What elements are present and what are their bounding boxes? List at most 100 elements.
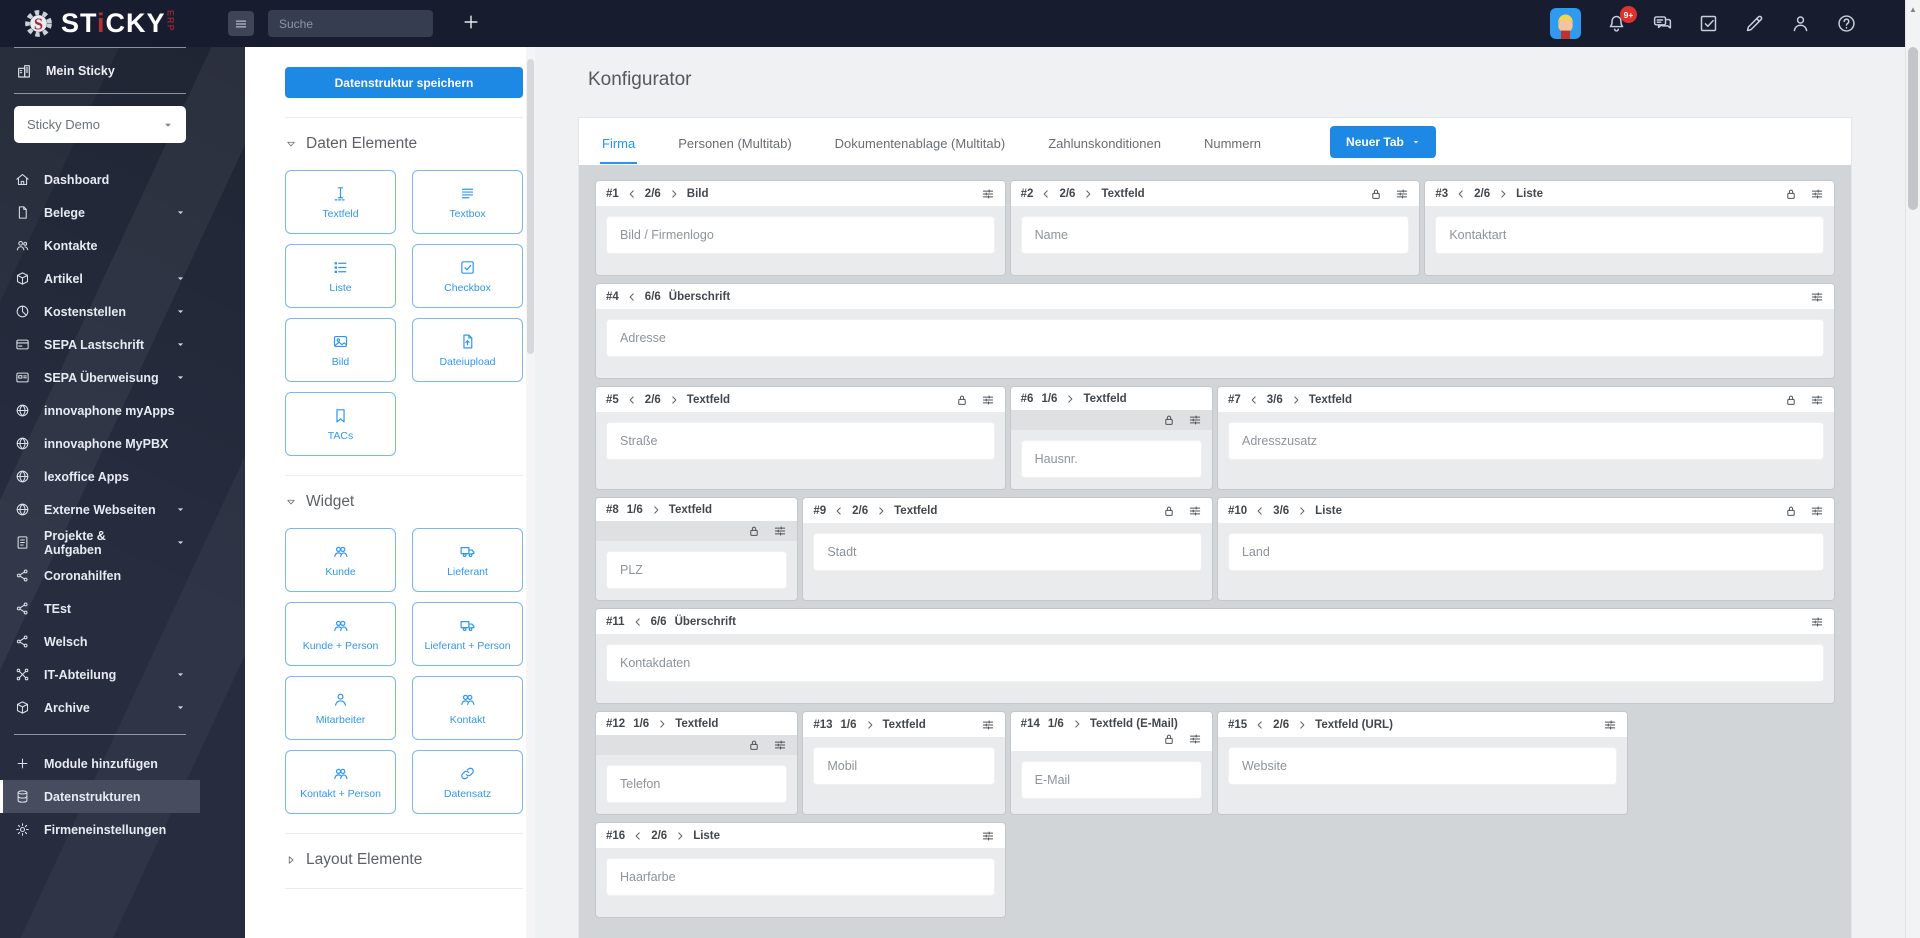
- sliders-icon[interactable]: [981, 829, 995, 843]
- sidebar-item-test[interactable]: TEst: [0, 592, 200, 625]
- field-card-9[interactable]: #9 2/6 Textfeld Stadt: [803, 498, 1212, 600]
- tab-nummern[interactable]: Nummern: [1202, 120, 1263, 164]
- chevron-left-icon[interactable]: [834, 506, 844, 516]
- sliders-icon[interactable]: [1188, 732, 1202, 746]
- sidebar-item-welsch[interactable]: Welsch: [0, 625, 200, 658]
- field-input[interactable]: E-Mail: [1021, 761, 1202, 799]
- chevron-left-icon[interactable]: [1249, 395, 1259, 405]
- field-card-6[interactable]: #6 1/6 Textfeld Hausnr.: [1011, 387, 1212, 489]
- toolbox-scrollbar-thumb[interactable]: [527, 59, 534, 354]
- sliders-icon[interactable]: [1810, 187, 1824, 201]
- sliders-icon[interactable]: [981, 393, 995, 407]
- sliders-icon[interactable]: [1810, 504, 1824, 518]
- field-card-1[interactable]: #1 2/6 Bild Bild / Firmenlogo: [596, 181, 1005, 275]
- lock-icon[interactable]: [1784, 393, 1798, 407]
- user-avatar[interactable]: [1550, 8, 1581, 39]
- tool-button-tacs[interactable]: TACs: [285, 392, 396, 456]
- sidebar-item-lexoffice-apps[interactable]: lexoffice Apps: [0, 460, 200, 493]
- chevron-right-icon[interactable]: [1072, 719, 1082, 729]
- field-input[interactable]: Kontakdaten: [606, 644, 1824, 682]
- tool-button-kontakt-person[interactable]: Kontakt + Person: [285, 750, 396, 814]
- chevron-left-icon[interactable]: [1456, 189, 1466, 199]
- sidebar-item-mein-sticky[interactable]: Mein Sticky: [0, 48, 200, 93]
- sidebar-item-archive[interactable]: Archive: [0, 691, 200, 724]
- sliders-icon[interactable]: [1395, 187, 1409, 201]
- chevron-left-icon[interactable]: [1255, 720, 1265, 730]
- chevron-left-icon[interactable]: [1041, 189, 1051, 199]
- tool-button-lieferant-person[interactable]: Lieferant + Person: [412, 602, 523, 666]
- lock-icon[interactable]: [1784, 504, 1798, 518]
- tool-button-checkbox[interactable]: Checkbox: [412, 244, 523, 308]
- field-input[interactable]: Stadt: [813, 533, 1202, 571]
- lock-icon[interactable]: [1162, 413, 1176, 427]
- sidebar-item-firmeneinstellungen[interactable]: Firmeneinstellungen: [0, 813, 200, 846]
- lock-icon[interactable]: [747, 738, 761, 752]
- scroll-up-arrow-icon[interactable]: ▲: [1906, 0, 1920, 14]
- field-card-15[interactable]: #15 2/6 Textfeld (URL) Website: [1218, 712, 1627, 814]
- toolbox-scrollbar[interactable]: [526, 47, 535, 938]
- chevron-left-icon[interactable]: [627, 395, 637, 405]
- chevron-left-icon[interactable]: [627, 189, 637, 199]
- field-input[interactable]: Hausnr.: [1021, 440, 1202, 478]
- sidebar-toggle-button[interactable]: [228, 11, 254, 36]
- field-card-8[interactable]: #8 1/6 Textfeld PLZ: [596, 498, 797, 600]
- chevron-right-icon[interactable]: [657, 719, 667, 729]
- tab-firma[interactable]: Firma: [600, 120, 637, 164]
- account-button[interactable]: [1790, 13, 1811, 34]
- help-button[interactable]: [1836, 13, 1857, 34]
- tool-button-mitarbeiter[interactable]: Mitarbeiter: [285, 676, 396, 740]
- chevron-right-icon[interactable]: [669, 189, 679, 199]
- sidebar-item-belege[interactable]: Belege: [0, 196, 200, 229]
- lock-icon[interactable]: [1162, 504, 1176, 518]
- workspace-select[interactable]: Sticky Demo: [14, 106, 186, 143]
- section-layout-elemente[interactable]: Layout Elemente: [285, 851, 507, 869]
- field-input[interactable]: Telefon: [606, 765, 787, 803]
- sidebar-item-projekte-aufgaben[interactable]: Projekte & Aufgaben: [0, 526, 200, 559]
- chevron-left-icon[interactable]: [633, 831, 643, 841]
- page-scrollbar-thumb[interactable]: [1908, 47, 1918, 210]
- chevron-right-icon[interactable]: [1297, 720, 1307, 730]
- field-input[interactable]: Kontaktart: [1435, 216, 1824, 254]
- sliders-icon[interactable]: [981, 187, 995, 201]
- edit-button[interactable]: [1744, 13, 1765, 34]
- sidebar-item-sepa-lastschrift[interactable]: SEPA Lastschrift: [0, 328, 200, 361]
- chevron-right-icon[interactable]: [1065, 394, 1075, 404]
- chevron-right-icon[interactable]: [675, 831, 685, 841]
- lock-icon[interactable]: [1784, 187, 1798, 201]
- app-logo[interactable]: S STiCKY ERP: [22, 7, 175, 40]
- sliders-icon[interactable]: [1810, 393, 1824, 407]
- chevron-right-icon[interactable]: [651, 505, 661, 515]
- tool-button-liste[interactable]: Liste: [285, 244, 396, 308]
- field-card-4[interactable]: #4 6/6 Überschrift Adresse: [596, 284, 1834, 378]
- chevron-right-icon[interactable]: [876, 506, 886, 516]
- field-card-2[interactable]: #2 2/6 Textfeld Name: [1011, 181, 1420, 275]
- lock-icon[interactable]: [1162, 732, 1176, 746]
- sliders-icon[interactable]: [1810, 290, 1824, 304]
- sliders-icon[interactable]: [981, 718, 995, 732]
- chevron-right-icon[interactable]: [865, 720, 875, 730]
- field-card-10[interactable]: #10 3/6 Liste Land: [1218, 498, 1834, 600]
- sidebar-item-module-hinzufügen[interactable]: Module hinzufügen: [0, 747, 200, 780]
- sidebar-item-coronahilfen[interactable]: Coronahilfen: [0, 559, 200, 592]
- field-card-14[interactable]: #14 1/6 Textfeld (E-Mail) E-Mail: [1011, 712, 1212, 814]
- sidebar-item-dashboard[interactable]: Dashboard: [0, 163, 200, 196]
- tool-button-textfeld[interactable]: Textfeld: [285, 170, 396, 234]
- field-card-3[interactable]: #3 2/6 Liste Kontaktart: [1425, 181, 1834, 275]
- chevron-right-icon[interactable]: [1291, 395, 1301, 405]
- chevron-left-icon[interactable]: [627, 292, 637, 302]
- sliders-icon[interactable]: [1810, 615, 1824, 629]
- add-button[interactable]: [461, 12, 483, 34]
- chevron-left-icon[interactable]: [1255, 506, 1265, 516]
- sidebar-item-kontakte[interactable]: Kontakte: [0, 229, 200, 262]
- field-input[interactable]: Land: [1228, 533, 1824, 571]
- field-input[interactable]: Bild / Firmenlogo: [606, 216, 995, 254]
- chevron-left-icon[interactable]: [633, 617, 643, 627]
- tool-button-kontakt[interactable]: Kontakt: [412, 676, 523, 740]
- save-datastructure-button[interactable]: Datenstruktur speichern: [285, 67, 523, 98]
- tool-button-textbox[interactable]: Textbox: [412, 170, 523, 234]
- sliders-icon[interactable]: [1603, 718, 1617, 732]
- lock-icon[interactable]: [1369, 187, 1383, 201]
- field-input[interactable]: Adresszusatz: [1228, 422, 1824, 460]
- field-input[interactable]: Adresse: [606, 319, 1824, 357]
- messages-button[interactable]: [1652, 13, 1673, 34]
